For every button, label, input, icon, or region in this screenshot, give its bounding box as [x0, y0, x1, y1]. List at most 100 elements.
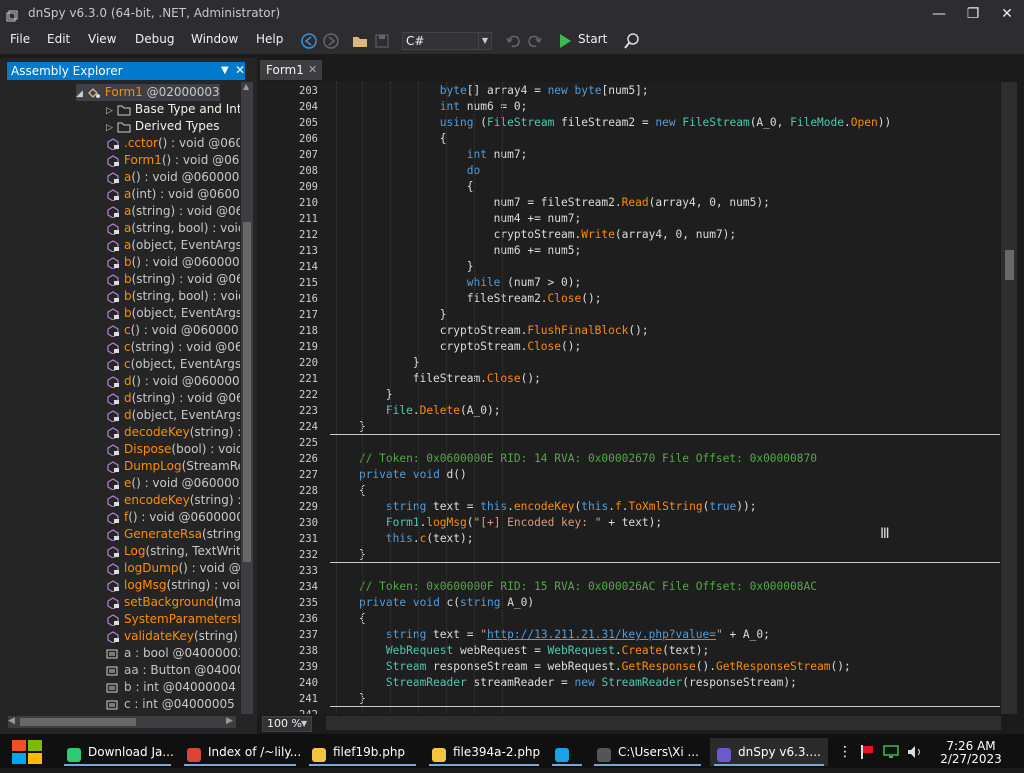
- explorer-vertical-scrollbar[interactable]: ▲: [241, 82, 253, 714]
- expand-arrow-icon[interactable]: ▷: [106, 123, 113, 133]
- taskbar-item[interactable]: filef19b.php: [305, 738, 420, 766]
- code-line[interactable]: }: [332, 356, 420, 369]
- search-icon[interactable]: [623, 32, 641, 50]
- tree-item[interactable]: c(object, EventArgs): [106, 356, 240, 373]
- tree-item[interactable]: .cctor() : void @0600: [106, 135, 240, 152]
- code-line[interactable]: this.c(text);: [332, 532, 474, 545]
- code-line[interactable]: StreamReader streamReader = new StreamRe…: [332, 676, 797, 689]
- save-icon[interactable]: [373, 32, 391, 50]
- panel-dropdown-icon[interactable]: ▼: [221, 62, 229, 80]
- tree-item[interactable]: f() : void @06000006: [106, 509, 240, 526]
- windows-start-icon[interactable]: [10, 737, 44, 767]
- explorer-scroll-thumb[interactable]: [243, 222, 251, 562]
- expand-arrow-icon[interactable]: ▷: [106, 106, 113, 116]
- panel-close-icon[interactable]: ✕: [235, 61, 245, 79]
- code-line[interactable]: num7 = fileStream2.Read(array4, 0, num5)…: [332, 196, 770, 209]
- tree-item[interactable]: Form1() : void @060: [106, 152, 240, 169]
- code-line[interactable]: {: [332, 484, 366, 497]
- menu-help[interactable]: Help: [256, 32, 283, 46]
- close-icon[interactable]: ✕: [990, 0, 1024, 28]
- back-icon[interactable]: [300, 32, 318, 50]
- tree-item[interactable]: c() : void @0600001: [106, 322, 240, 339]
- menu-view[interactable]: View: [88, 32, 116, 46]
- editor-vertical-scrollbar[interactable]: [1001, 82, 1017, 714]
- tree-item[interactable]: SystemParametersInf: [106, 611, 240, 628]
- tree-item[interactable]: logDump() : void @06: [106, 560, 240, 577]
- taskbar-clock[interactable]: 7:26 AM 2/27/2023: [936, 740, 1006, 766]
- taskbar-item[interactable]: file394a-2.php: [425, 738, 543, 766]
- code-editor[interactable]: 203 byte[] array4 = new byte[num5]; 204 i…: [280, 82, 1000, 714]
- restore-icon[interactable]: ❐: [956, 0, 990, 28]
- overflow-icon[interactable]: ⋮: [838, 744, 852, 760]
- tree-item[interactable]: b(object, EventArgs): [106, 305, 240, 322]
- editor-horizontal-scrollbar[interactable]: [326, 716, 1001, 730]
- code-line[interactable]: }: [332, 548, 366, 561]
- tree-item[interactable]: d(string) : void @060: [106, 390, 240, 407]
- tree-item[interactable]: setBackground(Image: [106, 594, 240, 611]
- taskbar-item[interactable]: C:\Users\Xi ...: [590, 738, 705, 766]
- tree-item[interactable]: ▷ Derived Types: [106, 118, 220, 135]
- taskbar-item[interactable]: [548, 738, 586, 766]
- zoom-select[interactable]: 100 % ▼: [262, 716, 312, 732]
- explorer-horizontal-scrollbar[interactable]: ◀ ▶: [8, 716, 236, 728]
- tree-item[interactable]: a(int) : void @060000: [106, 186, 240, 203]
- code-line[interactable]: fileStream2.Close();: [332, 292, 602, 305]
- scroll-up-icon[interactable]: ▲: [243, 82, 251, 92]
- tree-item[interactable]: b(string) : void @060: [106, 271, 240, 288]
- editor-scroll-thumb[interactable]: [1005, 250, 1014, 280]
- tree-item[interactable]: aa : Button @040000: [106, 662, 240, 679]
- code-line[interactable]: {: [332, 180, 474, 193]
- chevron-down-icon[interactable]: ▼: [478, 33, 491, 49]
- tree-item[interactable]: b(string, bool) : void: [106, 288, 240, 305]
- minimize-icon[interactable]: —: [922, 0, 956, 28]
- menu-window[interactable]: Window: [191, 32, 238, 46]
- tree-item[interactable]: c(string) : void @060: [106, 339, 240, 356]
- taskbar-item[interactable]: Download Ja...: [60, 738, 175, 766]
- code-line[interactable]: {: [332, 612, 366, 625]
- tree-item[interactable]: decodeKey(string) : s: [106, 424, 240, 441]
- redo-icon[interactable]: [526, 32, 544, 50]
- code-line[interactable]: num4 += num7;: [332, 212, 582, 225]
- code-line[interactable]: num6 += num5;: [332, 244, 582, 257]
- tree-item[interactable]: a(string, bool) : void: [106, 220, 240, 237]
- tree-item[interactable]: b : int @04000004: [106, 679, 236, 696]
- tab-form1[interactable]: Form1 ✕: [260, 60, 322, 80]
- scroll-right-icon[interactable]: ▶: [226, 716, 233, 726]
- code-line[interactable]: cryptoStream.Close();: [332, 340, 581, 353]
- tree-item[interactable]: d() : void @0600000: [106, 373, 240, 390]
- tree-item[interactable]: ▷ Base Type and Interf: [106, 101, 240, 118]
- tree-item[interactable]: e() : void @0600000: [106, 475, 240, 492]
- open-folder-icon[interactable]: [351, 32, 369, 50]
- expand-arrow-icon[interactable]: ◢: [76, 89, 83, 99]
- code-line[interactable]: File.Delete(A_0);: [332, 404, 501, 417]
- language-select[interactable]: C# ▼: [402, 32, 492, 50]
- code-line[interactable]: }: [332, 420, 366, 433]
- tree-item[interactable]: GenerateRsa(string,: [106, 526, 240, 543]
- taskbar-item[interactable]: Index of /~lily...: [180, 738, 301, 766]
- tree-item[interactable]: d(object, EventArgs): [106, 407, 240, 424]
- flag-icon[interactable]: [858, 744, 876, 760]
- code-line[interactable]: Stream responseStream = webRequest.GetRe…: [332, 660, 851, 673]
- code-line[interactable]: }: [332, 692, 366, 705]
- tree-item[interactable]: logMsg(string) : void: [106, 577, 240, 594]
- explorer-hscroll-thumb[interactable]: [20, 718, 136, 726]
- undo-icon[interactable]: [504, 32, 522, 50]
- code-line[interactable]: do: [332, 164, 480, 177]
- tree-item[interactable]: a(object, EventArgs): [106, 237, 240, 254]
- tab-close-icon[interactable]: ✕: [308, 60, 317, 80]
- code-line[interactable]: byte[] array4 = new byte[num5];: [332, 84, 649, 97]
- tree-item[interactable]: a() : void @0600002: [106, 169, 240, 186]
- code-line[interactable]: using (FileStream fileStream2 = new File…: [332, 116, 891, 129]
- code-line[interactable]: // Token: 0x0600000F RID: 15 RVA: 0x0000…: [332, 580, 817, 593]
- code-line[interactable]: WebRequest webRequest = WebRequest.Creat…: [332, 644, 709, 657]
- code-line[interactable]: while (num7 > 0);: [332, 276, 582, 289]
- tree-item[interactable]: b() : void @0600001: [106, 254, 240, 271]
- tree-item[interactable]: validateKey(string) : I: [106, 628, 240, 645]
- code-line[interactable]: cryptoStream.FlushFinalBlock();: [332, 324, 649, 337]
- menu-edit[interactable]: Edit: [47, 32, 70, 46]
- monitor-icon[interactable]: [882, 744, 900, 760]
- code-line[interactable]: // Token: 0x0600000E RID: 14 RVA: 0x0000…: [332, 452, 817, 465]
- code-line[interactable]: string text = this.encodeKey(this.f.ToXm…: [332, 500, 757, 513]
- tree-item[interactable]: DumpLog(StreamRea: [106, 458, 240, 475]
- code-line[interactable]: }: [332, 260, 474, 273]
